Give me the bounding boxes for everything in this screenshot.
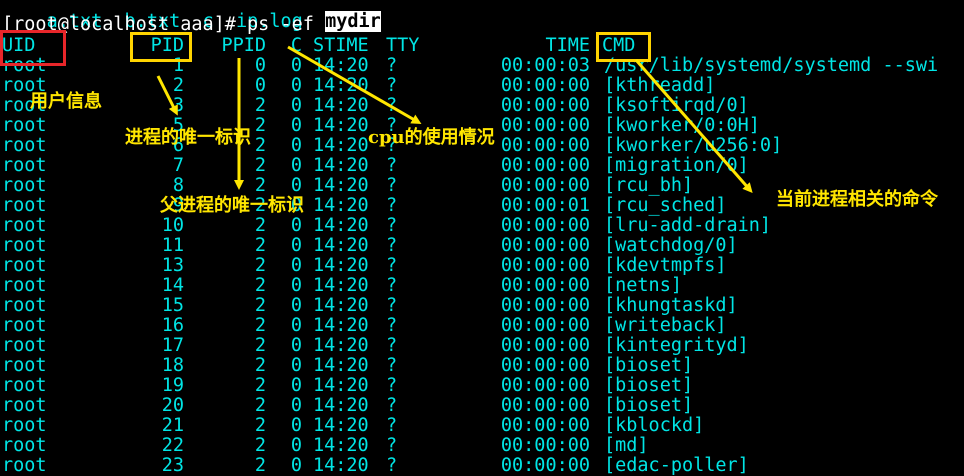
- terminal-window[interactable]: a.txt b.txt c ip.log mydir [root@localho…: [0, 0, 964, 476]
- note-cmd: 当前进程相关的命令: [776, 189, 938, 210]
- note-user-info: 用户信息: [30, 91, 102, 112]
- note-cpu: cpu的使用情况: [368, 127, 495, 148]
- note-pid: 进程的唯一标识: [125, 127, 251, 148]
- pid-arrow: [156, 75, 178, 116]
- c-arrow: [287, 45, 422, 124]
- note-ppid: 父进程的唯一标识: [160, 195, 304, 216]
- annotation-arrows: [156, 45, 753, 194]
- cmd-arrow: [634, 59, 753, 194]
